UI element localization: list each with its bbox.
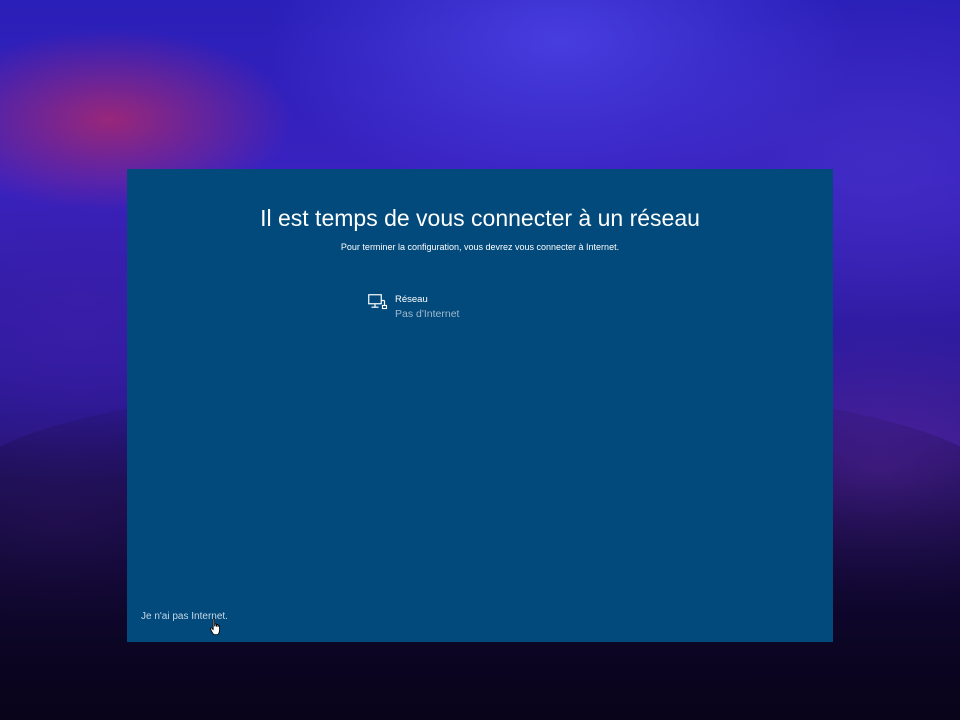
hand-pointer-cursor-icon [210,618,220,635]
network-list-item[interactable]: Réseau Pas d'Internet [364,292,604,326]
oobe-network-panel: Il est temps de vous connecter à un rése… [127,169,833,642]
desktop-background: Il est temps de vous connecter à un rése… [0,0,960,720]
page-title: Il est temps de vous connecter à un rése… [260,205,700,231]
network-status: Pas d'Internet [395,308,460,320]
page-subtitle: Pour terminer la configuration, vous dev… [340,242,620,252]
wired-network-icon [368,294,388,310]
network-name: Réseau [395,294,428,305]
